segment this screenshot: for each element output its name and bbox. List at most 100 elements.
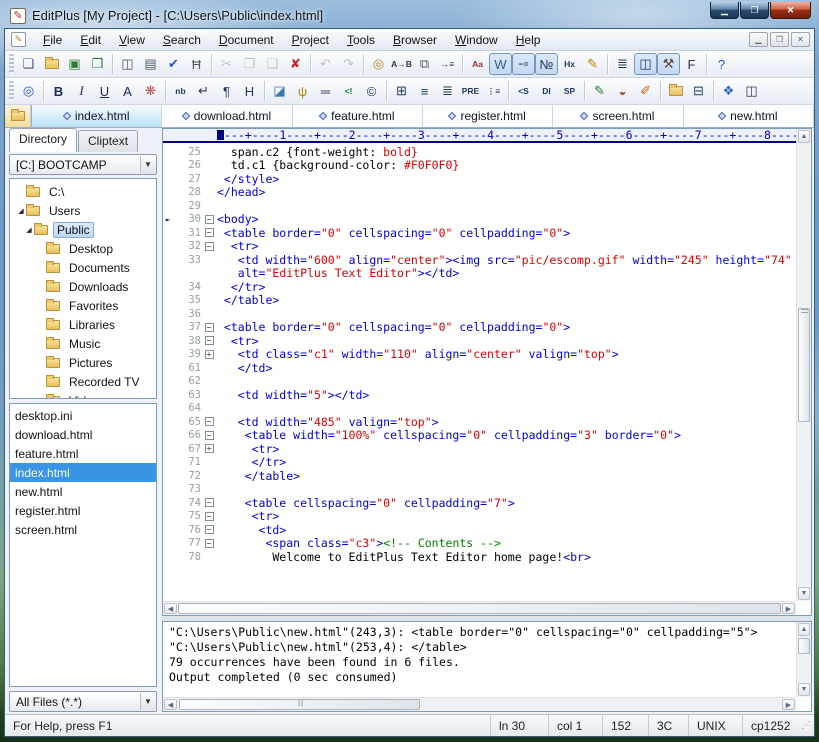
- panel-tab-directory[interactable]: Directory: [9, 128, 77, 152]
- file-item[interactable]: new.html: [10, 482, 156, 501]
- preformatted-button[interactable]: PRE: [459, 80, 482, 102]
- menu-project[interactable]: Project: [283, 31, 338, 49]
- find-button[interactable]: ◎: [367, 53, 390, 75]
- line-break-button[interactable]: ↵: [192, 80, 215, 102]
- fold-toggle[interactable]: −: [201, 323, 217, 332]
- scroll-up-arrow[interactable]: ▲: [798, 623, 810, 636]
- editor-vscroll-thumb[interactable]: [798, 308, 810, 421]
- fold-collapse-icon[interactable]: −: [205, 323, 214, 332]
- mdi-restore-button[interactable]: ❐: [770, 32, 789, 47]
- fold-expand-icon[interactable]: +: [205, 350, 214, 359]
- fold-collapse-icon[interactable]: −: [205, 431, 214, 440]
- print-preview-button[interactable]: ◫: [116, 53, 139, 75]
- scroll-up-arrow[interactable]: ▲: [798, 130, 810, 143]
- file-filter-selector[interactable]: All Files (*.*) ▼: [9, 691, 157, 712]
- spell-check-button[interactable]: ✔: [162, 53, 185, 75]
- tree-item[interactable]: Videos: [10, 391, 156, 399]
- output-window[interactable]: "C:\Users\Public\new.html"(243,3): <tabl…: [162, 621, 812, 712]
- menu-search[interactable]: Search: [154, 31, 210, 49]
- paragraph-button[interactable]: ¶: [215, 80, 238, 102]
- special-character-button[interactable]: ©: [360, 80, 383, 102]
- context-help-button[interactable]: ?: [710, 53, 733, 75]
- align-left-button[interactable]: ≡: [413, 80, 436, 102]
- mdi-close-button[interactable]: ✕: [791, 32, 810, 47]
- expander-icon[interactable]: ◢: [24, 226, 34, 234]
- fold-toggle[interactable]: −: [201, 525, 217, 534]
- anchor-button[interactable]: ψ: [291, 80, 314, 102]
- tree-item[interactable]: Favorites: [10, 296, 156, 315]
- output-vertical-scrollbar[interactable]: ▲ ▼: [796, 622, 811, 697]
- tab-register.html[interactable]: register.html: [423, 105, 553, 127]
- fold-toggle[interactable]: −: [201, 417, 217, 426]
- open-file-button[interactable]: [40, 53, 63, 75]
- tab-new.html[interactable]: new.html: [684, 105, 814, 127]
- menu-file[interactable]: File: [34, 31, 71, 49]
- fold-toggle[interactable]: −: [201, 242, 217, 251]
- span-tag-button[interactable]: SP: [558, 80, 581, 102]
- output-vscroll-thumb[interactable]: [798, 638, 810, 654]
- code-area[interactable]: 25 span.c2 {font-weight: bold}26 td.c1 {…: [163, 145, 796, 601]
- bold-button[interactable]: B: [47, 80, 70, 102]
- editor[interactable]: ---+----1----+----2----+----3----+----4-…: [162, 128, 812, 616]
- color-picker-button[interactable]: ✐: [634, 80, 657, 102]
- file-item[interactable]: feature.html: [10, 444, 156, 463]
- file-item[interactable]: download.html: [10, 425, 156, 444]
- file-item[interactable]: index.html: [10, 463, 156, 482]
- tree-item[interactable]: Documents: [10, 258, 156, 277]
- tree-item[interactable]: Recorded TV: [10, 372, 156, 391]
- non-breaking-space-button[interactable]: nb: [169, 80, 192, 102]
- save-button[interactable]: ▣: [63, 53, 86, 75]
- fold-collapse-icon[interactable]: −: [205, 498, 214, 507]
- word-wrap-button[interactable]: W: [489, 53, 512, 75]
- chevron-down-icon[interactable]: ▼: [140, 156, 155, 173]
- underline-button[interactable]: U: [93, 80, 116, 102]
- close-button[interactable]: ✕: [770, 2, 811, 19]
- hex-viewer-button[interactable]: Hx: [558, 53, 581, 75]
- fold-expand-icon[interactable]: +: [205, 444, 214, 453]
- scroll-down-arrow[interactable]: ▼: [798, 683, 810, 696]
- fold-collapse-icon[interactable]: −: [205, 336, 214, 345]
- strikethrough-button[interactable]: <S: [512, 80, 535, 102]
- fold-collapse-icon[interactable]: −: [205, 525, 214, 534]
- toggle-output-window-button[interactable]: ⚒: [657, 53, 680, 75]
- new-from-template-button[interactable]: Ħ: [185, 53, 208, 75]
- toolbar-grip[interactable]: [9, 54, 14, 74]
- editor-hscroll-thumb[interactable]: [178, 603, 781, 614]
- chevron-down-icon[interactable]: ▼: [140, 693, 155, 710]
- menu-view[interactable]: View: [110, 31, 154, 49]
- font-color-button[interactable]: ❋: [139, 80, 162, 102]
- new-document-button[interactable]: ❏: [17, 53, 40, 75]
- file-item[interactable]: register.html: [10, 501, 156, 520]
- fold-collapse-icon[interactable]: −: [205, 539, 214, 548]
- toggle-document-list-button[interactable]: ≣: [611, 53, 634, 75]
- menu-help[interactable]: Help: [507, 31, 550, 49]
- fold-toggle[interactable]: −: [201, 431, 217, 440]
- file-item[interactable]: desktop.ini: [10, 406, 156, 425]
- output-horizontal-scrollbar[interactable]: ◀ ▶: [163, 697, 796, 711]
- fold-toggle[interactable]: +: [201, 444, 217, 453]
- menu-tools[interactable]: Tools: [338, 31, 384, 49]
- fold-toggle[interactable]: −: [201, 336, 217, 345]
- tree-item[interactable]: Pictures: [10, 353, 156, 372]
- html-editor-button[interactable]: ✎: [581, 53, 604, 75]
- toggle-function-list-button[interactable]: F: [680, 53, 703, 75]
- delete-button[interactable]: ✘: [284, 53, 307, 75]
- display-colors-button[interactable]: ❖: [717, 80, 740, 102]
- editor-vertical-scrollbar[interactable]: ▲ ▼: [796, 129, 811, 601]
- fold-collapse-icon[interactable]: −: [205, 242, 214, 251]
- panel-tab-cliptext[interactable]: Cliptext: [78, 130, 138, 152]
- fold-toggle[interactable]: −: [201, 539, 217, 548]
- show-tabs-button[interactable]: −=: [512, 53, 535, 75]
- resize-grip[interactable]: ⋰: [800, 720, 814, 731]
- tab-index.html[interactable]: index.html: [31, 105, 162, 127]
- align-center-button[interactable]: ≣: [436, 80, 459, 102]
- tree-item[interactable]: ◢Public: [10, 220, 156, 239]
- replace-button[interactable]: A→B: [390, 53, 413, 75]
- fold-collapse-icon[interactable]: −: [205, 417, 214, 426]
- find-in-files-button[interactable]: ⧉: [413, 53, 436, 75]
- scroll-right-arrow[interactable]: ▶: [782, 603, 795, 614]
- menu-window[interactable]: Window: [446, 31, 507, 49]
- save-all-button[interactable]: ❒: [86, 53, 109, 75]
- auto-indent-button[interactable]: →≡: [436, 53, 459, 75]
- list-button[interactable]: ⋮≡: [482, 80, 505, 102]
